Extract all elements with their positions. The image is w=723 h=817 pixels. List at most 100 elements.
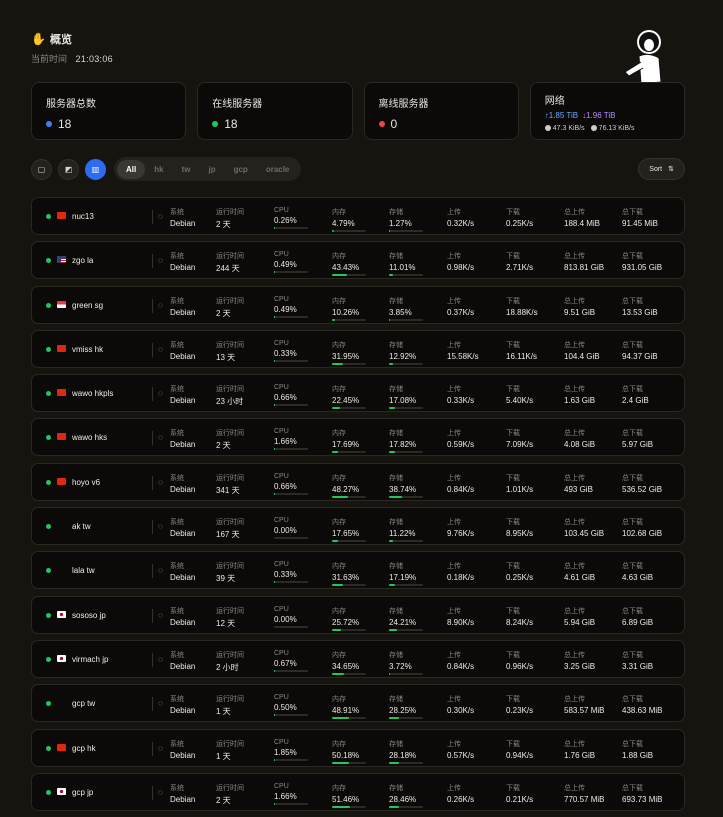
column-label: 总上传 — [564, 561, 595, 571]
column-label: 总下载 — [622, 739, 653, 749]
server-name[interactable]: lala tw — [72, 566, 95, 575]
online-servers-card[interactable]: 在线服务器 18 — [197, 82, 352, 140]
column-value: 3.25 GiB — [564, 662, 595, 671]
server-row[interactable]: gcp hk◌系统Debian运行时间1 天CPU1.85%内存50.18%存储… — [31, 729, 685, 767]
server-name[interactable]: wawo hks — [72, 433, 107, 442]
server-name[interactable]: green sg — [72, 301, 103, 310]
column-value: 0.49% — [274, 305, 308, 314]
server-row[interactable]: lala tw◌系统Debian运行时间39 天CPU0.33%内存31.63%… — [31, 551, 685, 589]
column-value: 11.22% — [389, 529, 423, 538]
filter-tab-oracle[interactable]: oracle — [257, 160, 299, 179]
column-label: 总上传 — [564, 207, 600, 217]
server-row[interactable]: gcp tw◌系统Debian运行时间1 天CPU0.50%内存48.91%存储… — [31, 684, 685, 722]
filter-tab-jp[interactable]: jp — [199, 160, 224, 179]
server-up: 上传0.98K/s — [447, 251, 474, 272]
list-view-button[interactable]: ▥ — [85, 159, 106, 180]
filter-tab-all[interactable]: All — [117, 160, 145, 179]
column-value: 0.00% — [274, 615, 308, 624]
card-label: 在线服务器 — [212, 95, 337, 110]
divider — [152, 431, 153, 445]
sort-button[interactable]: Sort ⇅ — [638, 158, 685, 180]
server-total-down: 总下载13.53 GiB — [622, 296, 658, 317]
column-label: 总上传 — [564, 473, 593, 483]
column-label: 系统 — [170, 207, 195, 217]
server-name[interactable]: zgo la — [72, 256, 93, 265]
usage-bar-fill — [332, 717, 349, 719]
upload-speed-icon — [545, 125, 551, 131]
usage-bar — [389, 717, 423, 719]
column-label: 存储 — [389, 428, 423, 438]
server-total-up: 总上传3.25 GiB — [564, 650, 595, 671]
server-uptime: 运行时间1 天 — [216, 739, 244, 762]
server-row[interactable]: virmach jp◌系统Debian运行时间2 小时CPU0.67%内存34.… — [31, 640, 685, 678]
column-value: Debian — [170, 263, 195, 272]
filter-tab-gcp[interactable]: gcp — [225, 160, 257, 179]
flag-hk-icon — [57, 478, 66, 485]
server-row[interactable]: wawo hks◌系统Debian运行时间2 天CPU1.66%内存17.69%… — [31, 418, 685, 456]
server-cpu: CPU1.85% — [274, 739, 308, 761]
map-view-button[interactable]: ▢ — [31, 159, 52, 180]
column-label: CPU — [274, 783, 308, 790]
server-row[interactable]: vmiss hk◌系统Debian运行时间13 天CPU0.33%内存31.95… — [31, 330, 685, 368]
server-uptime: 运行时间2 天 — [216, 207, 244, 230]
card-label: 网络 — [545, 92, 670, 107]
toolbar: ▢ ◩ ▥ Allhktwjpgcporacle Sort ⇅ — [31, 157, 685, 181]
server-total-down: 总下载536.52 GiB — [622, 473, 662, 494]
total-servers-card[interactable]: 服务器总数 18 — [31, 82, 186, 140]
server-down: 下载0.21K/s — [506, 783, 533, 804]
server-name[interactable]: nuc13 — [72, 212, 94, 221]
column-label: CPU — [274, 384, 308, 391]
server-cpu: CPU0.00% — [274, 517, 308, 539]
server-name[interactable]: hoyo v6 — [72, 478, 100, 487]
server-disk: 存储1.27% — [389, 207, 423, 232]
server-row[interactable]: hoyo v6◌系统Debian运行时间341 天CPU0.66%内存48.27… — [31, 463, 685, 501]
server-total-down: 总下载102.68 GiB — [622, 517, 662, 538]
column-value: 167 天 — [216, 529, 244, 540]
server-system: 系统Debian — [170, 783, 195, 804]
column-label: 存储 — [389, 783, 423, 793]
server-row[interactable]: nuc13◌系统Debian运行时间2 天CPU0.26%内存4.79%存储1.… — [31, 197, 685, 235]
server-name[interactable]: virmach jp — [72, 655, 108, 664]
server-row[interactable]: sososo jp◌系统Debian运行时间12 天CPU0.00%内存25.7… — [31, 596, 685, 634]
column-label: 上传 — [447, 473, 474, 483]
server-system: 系统Debian — [170, 606, 195, 627]
filter-tab-tw[interactable]: tw — [173, 160, 200, 179]
server-name[interactable]: vmiss hk — [72, 345, 103, 354]
server-disk: 存储28.18% — [389, 739, 423, 764]
offline-servers-card[interactable]: 离线服务器 0 — [364, 82, 519, 140]
chart-view-button[interactable]: ◩ — [58, 159, 79, 180]
debian-icon: ◌ — [158, 611, 163, 620]
server-row[interactable]: green sg◌系统Debian运行时间2 天CPU0.49%内存10.26%… — [31, 286, 685, 324]
server-up: 上传8.90K/s — [447, 606, 474, 627]
column-label: 总下载 — [622, 606, 653, 616]
server-name[interactable]: sososo jp — [72, 611, 106, 620]
server-name[interactable]: wawo hkpls — [72, 389, 113, 398]
server-row[interactable]: ak tw◌系统Debian运行时间167 天CPU0.00%内存17.65%存… — [31, 507, 685, 545]
server-name[interactable]: gcp jp — [72, 788, 93, 797]
server-name[interactable]: gcp tw — [72, 699, 95, 708]
debian-icon: ◌ — [158, 212, 163, 221]
server-total-down: 总下载3.31 GiB — [622, 650, 653, 671]
usage-bar — [332, 407, 366, 409]
usage-bar-fill — [274, 803, 275, 805]
column-label: 系统 — [170, 650, 195, 660]
filter-tab-hk[interactable]: hk — [145, 160, 172, 179]
column-value: 31.95% — [332, 352, 366, 361]
server-row[interactable]: zgo la◌系统Debian运行时间244 天CPU0.49%内存43.43%… — [31, 241, 685, 279]
network-card[interactable]: 网络 ↑1.85 TiB ↓1.96 TiB 47.3 KiB/s 76.13 … — [530, 82, 685, 140]
flag-jp-icon — [57, 611, 66, 618]
server-name[interactable]: ak tw — [72, 522, 91, 531]
server-row[interactable]: gcp jp◌系统Debian运行时间2 天CPU1.66%内存51.46%存储… — [31, 773, 685, 811]
server-name[interactable]: gcp hk — [72, 744, 96, 753]
column-label: 上传 — [447, 517, 474, 527]
usage-bar — [332, 363, 366, 365]
map-icon: ▢ — [38, 165, 46, 174]
server-up: 上传0.84K/s — [447, 650, 474, 671]
server-row[interactable]: wawo hkpls◌系统Debian运行时间23 小时CPU0.66%内存22… — [31, 374, 685, 412]
server-total-down: 总下载931.05 GiB — [622, 251, 662, 272]
column-value: 0.94K/s — [506, 751, 533, 760]
column-value: 50.18% — [332, 751, 366, 760]
column-value: Debian — [170, 618, 195, 627]
usage-bar — [332, 451, 366, 453]
column-label: CPU — [274, 340, 308, 347]
